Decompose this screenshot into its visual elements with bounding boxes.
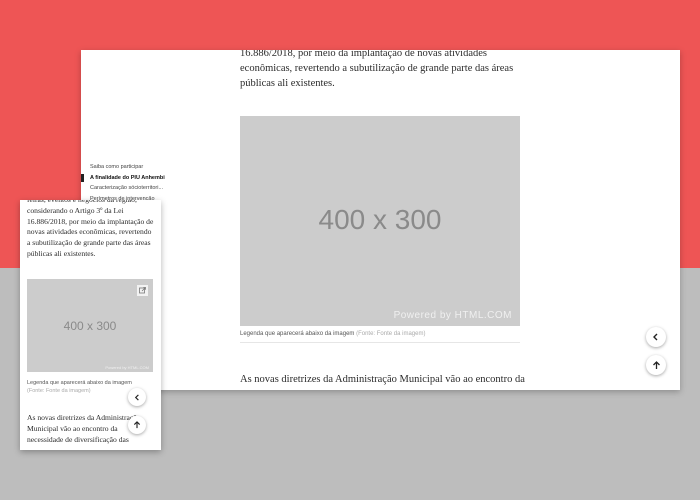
mobile-window: feiras, eventos e negócios da região, co… <box>20 200 161 450</box>
article-paragraph-top: 16.886/2018, por meio da implantação de … <box>240 50 514 89</box>
caption-divider <box>240 342 520 343</box>
mobile-caption-text: Legenda que aparecerá abaixo da imagem <box>27 380 132 386</box>
mobile-back-button[interactable] <box>128 388 146 406</box>
image-caption: Legenda que aparecerá abaixo da imagem (… <box>240 331 425 337</box>
article-paragraph-bottom: As novas diretrizes da Administração Mun… <box>240 374 525 385</box>
mobile-image-placeholder-text: 400 x 300 <box>63 319 117 333</box>
mobile-scroll-top-button[interactable] <box>128 416 146 434</box>
back-button[interactable] <box>646 327 666 347</box>
expand-button[interactable] <box>137 285 148 296</box>
caption-text: Legenda que aparecerá abaixo da imagem <box>240 331 355 337</box>
desktop-window: 16.886/2018, por meio da implantação de … <box>81 50 680 390</box>
mobile-image-watermark: Powered by HTML.COM <box>105 365 149 370</box>
mobile-paragraph-top: feiras, eventos e negócios da região, co… <box>27 200 154 258</box>
image-watermark: Powered by HTML.COM <box>393 310 512 321</box>
scroll-top-button[interactable] <box>646 355 666 375</box>
toc-item[interactable]: Saiba como participar <box>81 162 171 173</box>
caption-source: (Fonte: Fonte da imagem) <box>356 331 426 337</box>
article-image[interactable]: 400 x 300 Powered by HTML.COM <box>240 116 520 326</box>
mobile-article-image[interactable]: 400 x 300 Powered by HTML.COM <box>27 279 153 372</box>
chevron-left-icon <box>653 333 658 341</box>
toc-item-active[interactable]: A finalidade do PIU Anhembi <box>81 173 171 184</box>
arrow-up-icon <box>133 421 141 429</box>
image-placeholder-text: 400 x 300 <box>318 204 442 235</box>
chevron-left-icon <box>134 393 139 401</box>
toc-item[interactable]: Caracterização sócioterritori... <box>81 183 171 194</box>
expand-icon <box>139 287 146 294</box>
arrow-up-icon <box>652 360 660 369</box>
